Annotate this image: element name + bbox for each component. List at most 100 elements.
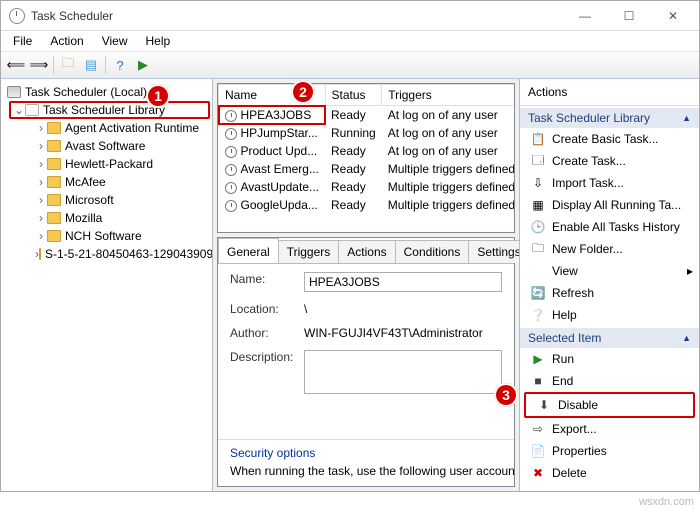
table-row[interactable]: AvastUpdate...ReadyMultiple triggers def…	[219, 178, 516, 196]
label-description: Description:	[230, 350, 304, 397]
tree-folder-label: Avast Software	[65, 139, 145, 153]
tab-triggers[interactable]: Triggers	[278, 240, 340, 263]
action-label: New Folder...	[552, 242, 623, 256]
action-label: Help	[552, 308, 577, 322]
callout-1: 1	[146, 84, 170, 108]
action-icon: 🗔	[530, 153, 546, 169]
action-run[interactable]: ▶Run	[520, 348, 699, 370]
menu-view[interactable]: View	[94, 32, 136, 50]
tree-folder[interactable]: › Mozilla	[31, 209, 210, 227]
action-item[interactable]: ⇩Import Task...	[520, 172, 699, 194]
security-text: When running the task, use the following…	[218, 462, 514, 486]
action-label: Create Task...	[552, 154, 626, 168]
menu-file[interactable]: File	[5, 32, 40, 50]
col-triggers[interactable]: Triggers	[382, 85, 515, 106]
menu-action[interactable]: Action	[42, 32, 91, 50]
chevron-right-icon[interactable]: ›	[35, 139, 47, 153]
action-export[interactable]: ⇨Export...	[520, 418, 699, 440]
tree-folder-label: Microsoft	[65, 193, 114, 207]
action-item[interactable]: 🕒Enable All Tasks History	[520, 216, 699, 238]
tree-folder[interactable]: › Agent Activation Runtime	[31, 119, 210, 137]
label-location: Location:	[230, 302, 304, 316]
tree-folder-label: Mozilla	[65, 211, 102, 225]
action-item[interactable]: ❔ Help	[520, 304, 699, 326]
tree-folder[interactable]: ›Hewlett-Packard	[31, 155, 210, 173]
chevron-right-icon[interactable]: ›	[35, 157, 47, 171]
maximize-button[interactable]: ☐	[607, 2, 651, 30]
menu-help[interactable]: Help	[138, 32, 179, 50]
tree-folder[interactable]: › Microsoft	[31, 191, 210, 209]
table-row[interactable]: GoogleUpda...ReadyMultiple triggers defi…	[219, 196, 516, 214]
task-list[interactable]: Name Status Triggers HPEA3JOBSReadyAt lo…	[217, 83, 515, 233]
action-item[interactable]: 🔄Refresh	[520, 282, 699, 304]
tab-settings[interactable]: Settings	[468, 240, 519, 263]
tab-actions[interactable]: Actions	[338, 240, 395, 263]
action-disable[interactable]: ⬇Disable	[526, 394, 693, 416]
tree-root[interactable]: Task Scheduler (Local)	[3, 83, 210, 101]
tab-general[interactable]: General	[218, 238, 279, 263]
tab-conditions[interactable]: Conditions	[395, 240, 470, 263]
table-row[interactable]: Product Upd...ReadyAt log on of any user	[219, 142, 516, 160]
run-icon[interactable]: ▶	[132, 54, 154, 76]
chevron-right-icon[interactable]: ›	[35, 193, 47, 207]
action-end[interactable]: ■End	[520, 370, 699, 392]
section-library[interactable]: Task Scheduler Library ▲	[520, 108, 699, 128]
close-button[interactable]: ✕	[651, 2, 695, 30]
chevron-down-icon[interactable]: ⌄	[13, 103, 25, 117]
tree-folder-label: McAfee	[65, 175, 106, 189]
action-properties[interactable]: 📄Properties	[520, 440, 699, 462]
action-label: View	[552, 264, 578, 278]
col-status[interactable]: Status	[325, 85, 382, 106]
help-icon[interactable]: ?	[109, 54, 131, 76]
app-icon	[9, 8, 25, 24]
action-icon: ✖	[530, 465, 546, 481]
action-item[interactable]: 🗔 Create Task...	[520, 150, 699, 172]
tree-folder-label: Agent Activation Runtime	[65, 121, 199, 135]
window-title: Task Scheduler	[31, 9, 563, 23]
action-item[interactable]: 🗀 New Folder...	[520, 238, 699, 260]
name-field[interactable]	[304, 272, 502, 292]
forward-icon[interactable]: ⟹	[28, 54, 50, 76]
description-field[interactable]	[304, 350, 502, 394]
folder-icon	[47, 122, 61, 134]
minimize-button[interactable]: —	[563, 2, 607, 30]
table-row[interactable]: HPEA3JOBSReadyAt log on of any user	[219, 106, 516, 125]
browse-icon[interactable]: 🗀	[57, 54, 79, 76]
collapse-icon[interactable]: ▲	[682, 113, 691, 123]
action-label: End	[552, 374, 573, 388]
tree-folder-label: NCH Software	[65, 229, 142, 243]
action-icon: 📋	[530, 131, 546, 147]
tree-folder[interactable]: › NCH Software	[31, 227, 210, 245]
chevron-right-icon[interactable]: ›	[35, 211, 47, 225]
tree-folder[interactable]: ›S-1-5-21-80450463-1290439094	[31, 245, 210, 263]
task-icon	[225, 110, 237, 122]
action-icon: ❔	[530, 307, 546, 323]
action-label: Delete	[552, 466, 587, 480]
action-icon: ⬇	[536, 397, 552, 413]
watermark: wsxdn.com	[639, 496, 694, 508]
action-item[interactable]: 📋 Create Basic Task...	[520, 128, 699, 150]
action-item[interactable]: View▸	[520, 260, 699, 282]
action-label: Create Basic Task...	[552, 132, 659, 146]
tree-root-label: Task Scheduler (Local)	[25, 85, 147, 99]
section-selected[interactable]: Selected Item ▲	[520, 328, 699, 348]
task-icon	[225, 182, 237, 194]
folder-icon	[47, 194, 61, 206]
action-delete[interactable]: ✖ Delete	[520, 462, 699, 484]
list-icon[interactable]: ▤	[80, 54, 102, 76]
collapse-icon[interactable]: ▲	[682, 333, 691, 343]
chevron-right-icon[interactable]: ›	[35, 121, 47, 135]
back-icon[interactable]: ⟸	[5, 54, 27, 76]
action-icon: 🗀	[530, 241, 546, 257]
table-row[interactable]: Avast Emerg...ReadyMultiple triggers def…	[219, 160, 516, 178]
tree-library[interactable]: ⌄ Task Scheduler Library	[9, 101, 210, 119]
library-icon	[25, 104, 39, 116]
chevron-right-icon[interactable]: ›	[35, 229, 47, 243]
tree-folder[interactable]: › Avast Software	[31, 137, 210, 155]
chevron-right-icon[interactable]: ›	[35, 175, 47, 189]
tree-folder[interactable]: › McAfee	[31, 173, 210, 191]
actions-heading: Actions	[520, 79, 699, 106]
action-label: Properties	[552, 444, 607, 458]
action-item[interactable]: ▦Display All Running Ta...	[520, 194, 699, 216]
table-row[interactable]: HPJumpStar...RunningAt log on of any use…	[219, 124, 516, 142]
